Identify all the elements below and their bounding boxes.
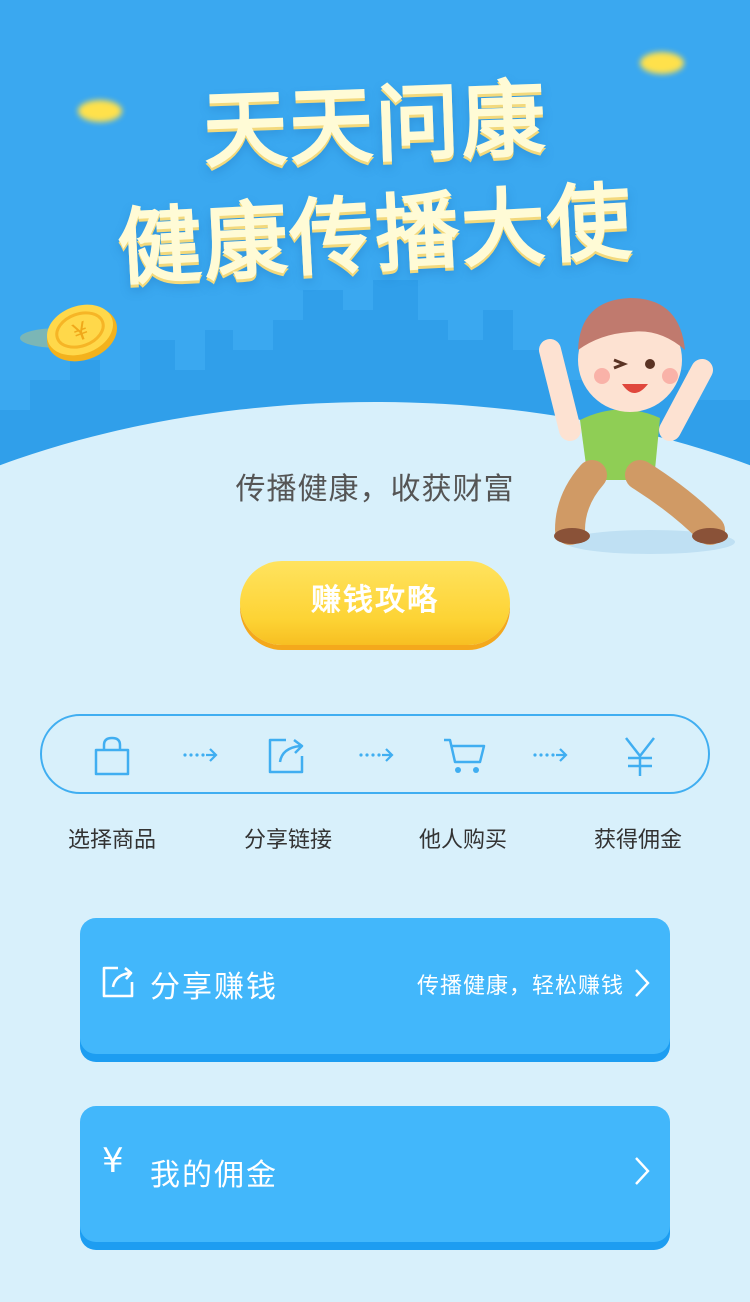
my-commission-card[interactable]: ¥ 我的佣金 (80, 1106, 670, 1242)
step-label-share-link: 分享链接 (243, 828, 332, 853)
share-earn-title: 分享赚钱 (150, 970, 278, 1005)
share-icon (102, 966, 134, 998)
share-earn-card[interactable]: 分享赚钱 传播健康，轻松赚钱 (80, 918, 670, 1054)
cheering-boy-illustration (539, 298, 735, 554)
my-commission-title: 我的佣金 (150, 1158, 278, 1193)
arrow-right-icon (533, 748, 568, 762)
cart-icon (444, 738, 486, 773)
hero-subtitle: 传播健康，收获财富 (235, 472, 515, 507)
chevron-right-icon (635, 969, 650, 997)
process-steps-bar (40, 714, 710, 794)
chevron-right-icon (635, 1157, 650, 1185)
step-label-select-product: 选择商品 (67, 828, 156, 853)
share-earn-desc: 传播健康，轻松赚钱 (416, 974, 624, 999)
yen-icon (625, 737, 655, 776)
share-icon (268, 738, 304, 774)
arrow-right-icon (359, 748, 394, 762)
arrow-right-icon (183, 748, 218, 762)
step-label-get-commission: 获得佣金 (593, 828, 682, 853)
earning-guide-button[interactable]: 赚钱攻略 (240, 561, 510, 645)
shopping-bag-icon (94, 736, 130, 776)
yen-icon: ¥ (102, 1141, 124, 1181)
step-label-others-buy: 他人购买 (418, 828, 507, 853)
